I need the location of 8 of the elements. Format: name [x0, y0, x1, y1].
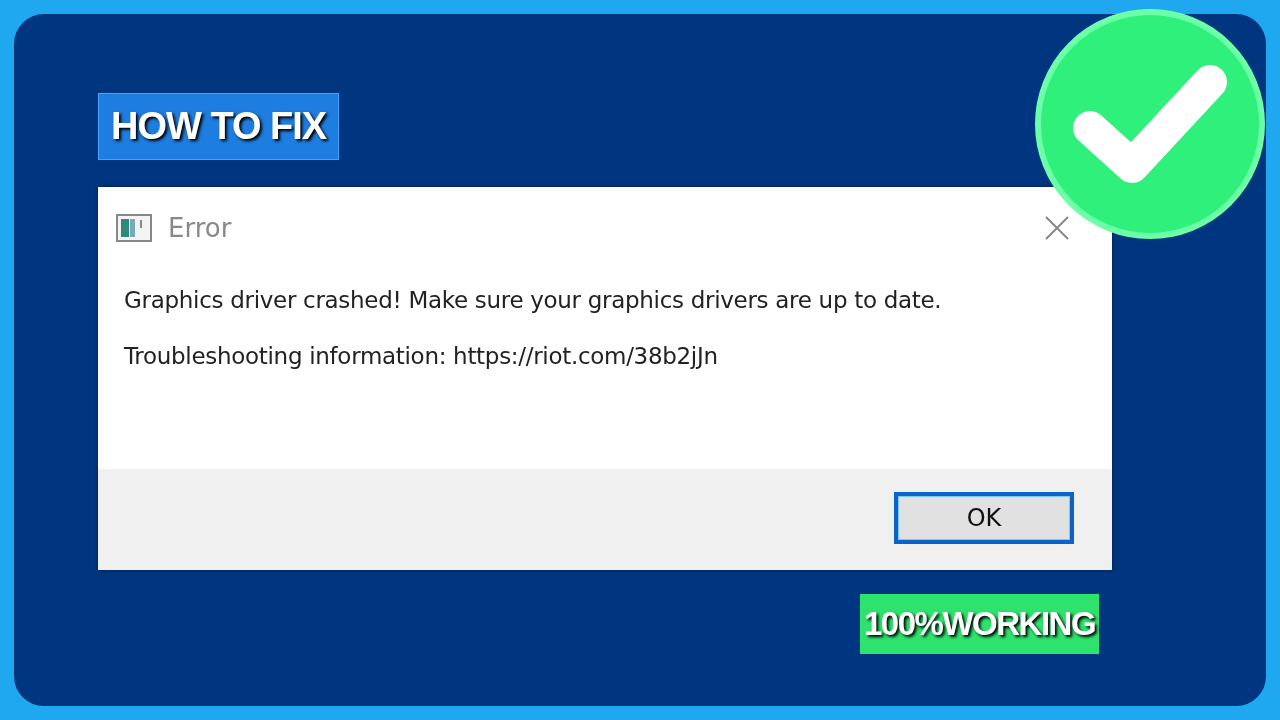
working-badge: 100%WORKING [860, 594, 1100, 654]
close-icon[interactable] [1044, 215, 1070, 241]
message-text: Troubleshooting information: https://riot.com/38b2jJn [124, 343, 719, 369]
ok-button[interactable]: OK [894, 491, 1074, 544]
banner-title: HOW TO FIX [98, 93, 340, 160]
window-icon [116, 214, 152, 242]
message-text: Graphics driver crashed! Make sure your graphics drivers are up to date. [124, 287, 943, 313]
window-title: Error [168, 213, 232, 243]
